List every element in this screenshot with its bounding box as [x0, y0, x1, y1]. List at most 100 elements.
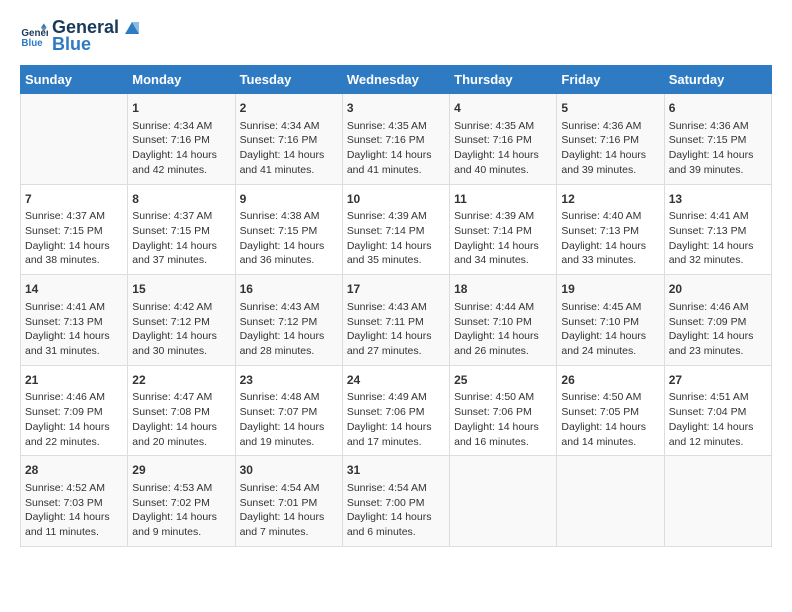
- day-number: 24: [347, 372, 445, 389]
- day-number: 5: [561, 100, 659, 117]
- day-number: 10: [347, 191, 445, 208]
- cell-info: Sunrise: 4:36 AMSunset: 7:16 PMDaylight:…: [561, 119, 659, 178]
- svg-text:Blue: Blue: [21, 37, 43, 48]
- day-number: 25: [454, 372, 552, 389]
- logo-triangle: [121, 16, 143, 38]
- day-number: 3: [347, 100, 445, 117]
- week-row-4: 21Sunrise: 4:46 AMSunset: 7:09 PMDayligh…: [21, 365, 772, 456]
- col-header-tuesday: Tuesday: [235, 66, 342, 94]
- cell-info: Sunrise: 4:43 AMSunset: 7:11 PMDaylight:…: [347, 300, 445, 359]
- calendar-cell: 16 Sunrise: 4:43 AMSunset: 7:12 PMDayligh…: [235, 275, 342, 366]
- cell-info: Sunrise: 4:46 AMSunset: 7:09 PMDaylight:…: [669, 300, 767, 359]
- calendar-cell: 26Sunrise: 4:50 AMSunset: 7:05 PMDayligh…: [557, 365, 664, 456]
- cell-info: Sunrise: 4:53 AMSunset: 7:02 PMDaylight:…: [132, 481, 230, 540]
- day-number: 6: [669, 100, 767, 117]
- day-number: 13: [669, 191, 767, 208]
- calendar-cell: 29Sunrise: 4:53 AMSunset: 7:02 PMDayligh…: [128, 456, 235, 547]
- day-number: 27: [669, 372, 767, 389]
- calendar-cell: 20 Sunrise: 4:46 AMSunset: 7:09 PMDayligh…: [664, 275, 771, 366]
- week-row-3: 14Sunrise: 4:41 AMSunset: 7:13 PMDayligh…: [21, 275, 772, 366]
- calendar-table: SundayMondayTuesdayWednesdayThursdayFrid…: [20, 65, 772, 547]
- cell-info: Sunrise: 4:36 AMSunset: 7:15 PMDaylight:…: [669, 119, 767, 178]
- day-number: 4: [454, 100, 552, 117]
- calendar-cell: 7Sunrise: 4:37 AMSunset: 7:15 PMDaylight…: [21, 184, 128, 275]
- cell-info: Sunrise: 4:43 AMSunset: 7:12 PMDaylight:…: [240, 300, 338, 359]
- day-number: 15: [132, 281, 230, 298]
- calendar-cell: 18 Sunrise: 4:44 AMSunset: 7:10 PMDayligh…: [450, 275, 557, 366]
- calendar-cell: 2 Sunrise: 4:34 AMSunset: 7:16 PMDaylight…: [235, 94, 342, 185]
- day-number: 22: [132, 372, 230, 389]
- day-number: 2: [240, 100, 338, 117]
- calendar-cell: 22Sunrise: 4:47 AMSunset: 7:08 PMDayligh…: [128, 365, 235, 456]
- calendar-cell: 6 Sunrise: 4:36 AMSunset: 7:15 PMDaylight…: [664, 94, 771, 185]
- page-header: General Blue General Blue: [20, 16, 772, 55]
- calendar-cell: [557, 456, 664, 547]
- cell-info: Sunrise: 4:37 AMSunset: 7:15 PMDaylight:…: [25, 209, 123, 268]
- col-header-monday: Monday: [128, 66, 235, 94]
- day-number: 26: [561, 372, 659, 389]
- calendar-cell: [450, 456, 557, 547]
- day-number: 9: [240, 191, 338, 208]
- calendar-cell: 15Sunrise: 4:42 AMSunset: 7:12 PMDayligh…: [128, 275, 235, 366]
- cell-info: Sunrise: 4:51 AMSunset: 7:04 PMDaylight:…: [669, 390, 767, 449]
- calendar-cell: 14Sunrise: 4:41 AMSunset: 7:13 PMDayligh…: [21, 275, 128, 366]
- calendar-cell: 23Sunrise: 4:48 AMSunset: 7:07 PMDayligh…: [235, 365, 342, 456]
- cell-info: Sunrise: 4:48 AMSunset: 7:07 PMDaylight:…: [240, 390, 338, 449]
- calendar-cell: 1 Sunrise: 4:34 AMSunset: 7:16 PMDaylight…: [128, 94, 235, 185]
- logo-icon: General Blue: [20, 22, 48, 50]
- col-header-friday: Friday: [557, 66, 664, 94]
- cell-info: Sunrise: 4:45 AMSunset: 7:10 PMDaylight:…: [561, 300, 659, 359]
- calendar-cell: 21Sunrise: 4:46 AMSunset: 7:09 PMDayligh…: [21, 365, 128, 456]
- col-header-sunday: Sunday: [21, 66, 128, 94]
- calendar-cell: 4Sunrise: 4:35 AMSunset: 7:16 PMDaylight…: [450, 94, 557, 185]
- cell-info: Sunrise: 4:44 AMSunset: 7:10 PMDaylight:…: [454, 300, 552, 359]
- cell-info: Sunrise: 4:49 AMSunset: 7:06 PMDaylight:…: [347, 390, 445, 449]
- day-number: 20: [669, 281, 767, 298]
- week-row-1: 1 Sunrise: 4:34 AMSunset: 7:16 PMDaylight…: [21, 94, 772, 185]
- calendar-cell: 9Sunrise: 4:38 AMSunset: 7:15 PMDaylight…: [235, 184, 342, 275]
- calendar-header-row: SundayMondayTuesdayWednesdayThursdayFrid…: [21, 66, 772, 94]
- calendar-cell: 11Sunrise: 4:39 AMSunset: 7:14 PMDayligh…: [450, 184, 557, 275]
- day-number: 30: [240, 462, 338, 479]
- cell-info: Sunrise: 4:40 AMSunset: 7:13 PMDaylight:…: [561, 209, 659, 268]
- day-number: 8: [132, 191, 230, 208]
- day-number: 16: [240, 281, 338, 298]
- calendar-cell: 13Sunrise: 4:41 AMSunset: 7:13 PMDayligh…: [664, 184, 771, 275]
- cell-info: Sunrise: 4:52 AMSunset: 7:03 PMDaylight:…: [25, 481, 123, 540]
- day-number: 1: [132, 100, 230, 117]
- col-header-thursday: Thursday: [450, 66, 557, 94]
- calendar-cell: 5 Sunrise: 4:36 AMSunset: 7:16 PMDaylight…: [557, 94, 664, 185]
- cell-info: Sunrise: 4:35 AMSunset: 7:16 PMDaylight:…: [347, 119, 445, 178]
- cell-info: Sunrise: 4:46 AMSunset: 7:09 PMDaylight:…: [25, 390, 123, 449]
- cell-info: Sunrise: 4:47 AMSunset: 7:08 PMDaylight:…: [132, 390, 230, 449]
- calendar-cell: 12Sunrise: 4:40 AMSunset: 7:13 PMDayligh…: [557, 184, 664, 275]
- cell-info: Sunrise: 4:50 AMSunset: 7:05 PMDaylight:…: [561, 390, 659, 449]
- calendar-cell: 3 Sunrise: 4:35 AMSunset: 7:16 PMDaylight…: [342, 94, 449, 185]
- cell-info: Sunrise: 4:39 AMSunset: 7:14 PMDaylight:…: [454, 209, 552, 268]
- cell-info: Sunrise: 4:54 AMSunset: 7:00 PMDaylight:…: [347, 481, 445, 540]
- col-header-wednesday: Wednesday: [342, 66, 449, 94]
- week-row-2: 7Sunrise: 4:37 AMSunset: 7:15 PMDaylight…: [21, 184, 772, 275]
- calendar-cell: [21, 94, 128, 185]
- calendar-cell: 17Sunrise: 4:43 AMSunset: 7:11 PMDayligh…: [342, 275, 449, 366]
- cell-info: Sunrise: 4:41 AMSunset: 7:13 PMDaylight:…: [669, 209, 767, 268]
- calendar-cell: 10Sunrise: 4:39 AMSunset: 7:14 PMDayligh…: [342, 184, 449, 275]
- cell-info: Sunrise: 4:34 AMSunset: 7:16 PMDaylight:…: [132, 119, 230, 178]
- day-number: 18: [454, 281, 552, 298]
- logo: General Blue General Blue: [20, 16, 143, 55]
- week-row-5: 28Sunrise: 4:52 AMSunset: 7:03 PMDayligh…: [21, 456, 772, 547]
- cell-info: Sunrise: 4:34 AMSunset: 7:16 PMDaylight:…: [240, 119, 338, 178]
- cell-info: Sunrise: 4:38 AMSunset: 7:15 PMDaylight:…: [240, 209, 338, 268]
- cell-info: Sunrise: 4:50 AMSunset: 7:06 PMDaylight:…: [454, 390, 552, 449]
- col-header-saturday: Saturday: [664, 66, 771, 94]
- calendar-cell: 24Sunrise: 4:49 AMSunset: 7:06 PMDayligh…: [342, 365, 449, 456]
- day-number: 23: [240, 372, 338, 389]
- day-number: 12: [561, 191, 659, 208]
- calendar-cell: [664, 456, 771, 547]
- cell-info: Sunrise: 4:39 AMSunset: 7:14 PMDaylight:…: [347, 209, 445, 268]
- calendar-cell: 27Sunrise: 4:51 AMSunset: 7:04 PMDayligh…: [664, 365, 771, 456]
- calendar-cell: 28Sunrise: 4:52 AMSunset: 7:03 PMDayligh…: [21, 456, 128, 547]
- day-number: 21: [25, 372, 123, 389]
- calendar-cell: 25Sunrise: 4:50 AMSunset: 7:06 PMDayligh…: [450, 365, 557, 456]
- calendar-cell: 8Sunrise: 4:37 AMSunset: 7:15 PMDaylight…: [128, 184, 235, 275]
